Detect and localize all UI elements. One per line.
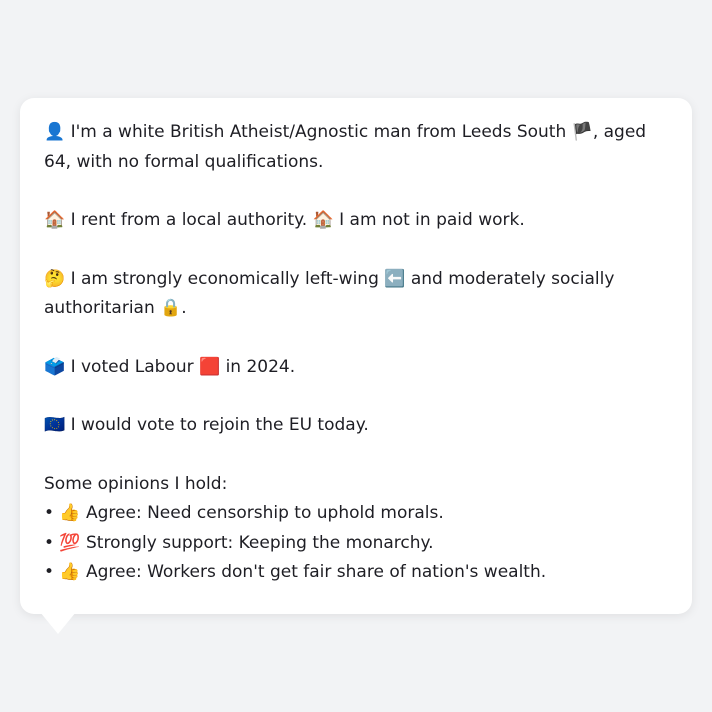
profile-housing-work: 🏠 I rent from a local authority. 🏠 I am … bbox=[44, 210, 525, 230]
profile-ideology: 🤔 I am strongly economically left-wing ⬅… bbox=[44, 268, 615, 319]
opinions-list: Some opinions I hold: • 👍 Agree: Need ce… bbox=[44, 470, 668, 588]
england-flag-icon: 🏴 bbox=[571, 122, 593, 142]
profile-vote-2024: 🗳️ I voted Labour 🟥 in 2024. bbox=[44, 356, 296, 377]
opinion-item: • 💯 Strongly support: Keeping the monarc… bbox=[44, 532, 434, 553]
opinions-header: Some opinions I hold: bbox=[44, 473, 228, 494]
profile-eu-view: 🇪🇺 I would vote to rejoin the EU today. bbox=[44, 415, 369, 435]
opinion-item: • 👍 Agree: Need censorship to uphold mor… bbox=[44, 503, 444, 523]
profile-identity: 👤 I'm a white British Atheist/Agnostic m… bbox=[44, 118, 668, 177]
bubble-tail bbox=[40, 612, 76, 634]
opinion-item: • 👍 Agree: Workers don't get fair share … bbox=[44, 562, 547, 582]
identity-text: I'm a white British Atheist/Agnostic man… bbox=[65, 122, 572, 142]
person-icon: 👤 bbox=[44, 122, 66, 142]
profile-message-bubble: 👤 I'm a white British Atheist/Agnostic m… bbox=[20, 98, 692, 614]
